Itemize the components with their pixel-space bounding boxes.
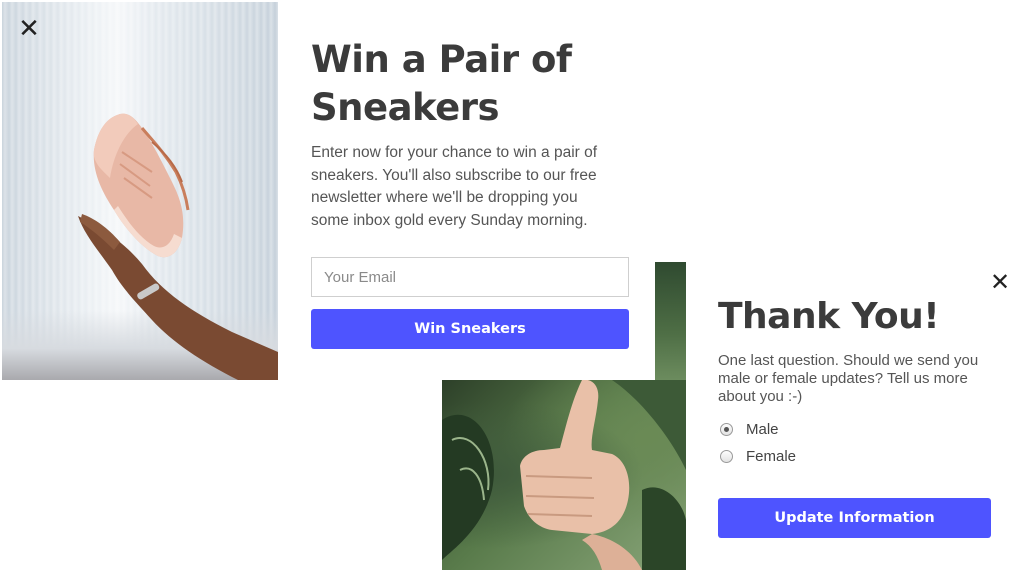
thumbs-up-illustration <box>442 380 686 570</box>
radio-label: Female <box>746 448 797 465</box>
radio-option-female[interactable]: Female <box>720 448 796 465</box>
close-icon[interactable]: ✕ <box>988 270 1012 294</box>
radio-label: Male <box>746 421 779 438</box>
close-icon[interactable]: ✕ <box>16 16 42 42</box>
email-field[interactable] <box>311 257 629 297</box>
radio-option-male[interactable]: Male <box>720 421 779 438</box>
thumbs-up-photo <box>442 380 686 570</box>
signup-description: Enter now for your chance to win a pair … <box>311 144 598 229</box>
signup-title: Win a Pair of Sneakers <box>311 38 572 129</box>
thanks-title: Thank You! <box>718 296 940 337</box>
sneaker-hand-illustration <box>78 113 278 380</box>
radio-button-checked[interactable] <box>720 423 733 436</box>
radio-button[interactable] <box>720 450 733 463</box>
update-information-button[interactable]: Update Information <box>718 498 991 538</box>
win-sneakers-button[interactable]: Win Sneakers <box>311 309 629 349</box>
thanks-description: One last question. Should we send you ma… <box>718 352 979 405</box>
signup-content: Win a Pair of Sneakers Enter now for you… <box>311 36 641 232</box>
plant-photo-edge <box>655 262 686 380</box>
sneaker-photo <box>2 2 278 380</box>
